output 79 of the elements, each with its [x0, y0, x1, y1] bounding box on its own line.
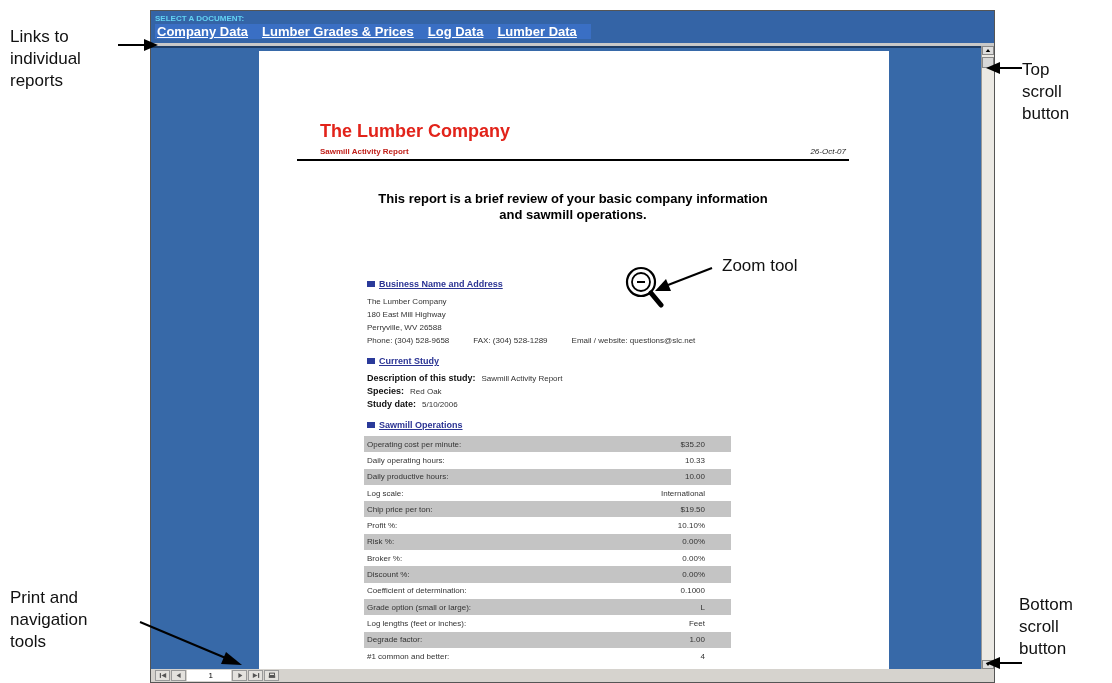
callout-label: Zoom tool [722, 256, 798, 276]
table-cell: L [700, 602, 705, 612]
last-page-button[interactable] [248, 670, 263, 681]
report-subtitle: Sawmill Activity Report [320, 147, 409, 156]
table-cell: Discount %: [367, 570, 410, 579]
contact-info: FAX: (304) 528-1289 [473, 335, 548, 347]
last-page-icon [251, 672, 260, 679]
table-cell: #1 common and better: [367, 651, 450, 661]
callout-arrow [986, 62, 1023, 74]
intro-text: This report is a brief review of your basic company information and sawmill operations. [377, 190, 769, 223]
table-cell: Coefficient of determination: [367, 586, 467, 596]
table-cell: $19.50 [680, 504, 705, 514]
company-title: The Lumber Company [319, 121, 512, 142]
table-cell: 0.00% [682, 537, 705, 547]
table-cell: Degrade factor: [367, 635, 423, 645]
first-page-button[interactable] [155, 670, 170, 681]
table-cell: Log scale: [367, 488, 404, 498]
address-line: 180 East Mill Highway [367, 309, 446, 321]
section-link[interactable]: Business Name and Address [379, 279, 503, 289]
table-cell: Operating cost per minute: [367, 439, 462, 449]
callout-label: Print and navigation tools [10, 587, 89, 653]
page-number-field[interactable]: 1 [187, 670, 231, 681]
callout-label: Bottom scroll button [1019, 594, 1074, 660]
table-cell: Daily productive hours: [367, 472, 449, 482]
down-arrow-icon [985, 662, 991, 667]
field-value: 5/10/2006 [422, 399, 458, 411]
table-cell: $35.20 [680, 439, 705, 449]
table-cell: International [660, 488, 705, 498]
up-arrow-icon [985, 48, 991, 53]
table-cell: Daily operating hours: [367, 455, 445, 465]
table-cell: 0.00% [682, 570, 705, 579]
bullet-icon [367, 422, 375, 428]
table-cell: Broker %: [367, 553, 403, 563]
table-cell: 0.00% [682, 553, 705, 563]
report-link[interactable]: Lumber Grades & Prices [262, 24, 414, 39]
callout-arrow [986, 657, 1023, 669]
field-label: Description of this study: [367, 372, 476, 385]
previous-page-button[interactable] [171, 670, 186, 681]
field-label: Study date: [367, 398, 416, 411]
table-cell: 10.00 [684, 472, 705, 482]
bullet-icon [367, 281, 375, 287]
callout-label: Links to individual reports [10, 26, 82, 92]
previous-icon [174, 672, 183, 679]
section-link[interactable]: Sawmill Operations [379, 420, 463, 430]
scroll-up-button[interactable] [982, 46, 994, 55]
print-button[interactable] [264, 670, 279, 681]
section-link[interactable]: Current Study [379, 356, 439, 366]
contact-info: Phone: (304) 528-9658 [367, 335, 450, 347]
report-link[interactable]: Company Data [157, 24, 249, 39]
first-page-icon [158, 672, 167, 679]
table-cell: 10.33 [684, 455, 705, 465]
table-cell: Log lengths (feet or inches): [367, 618, 467, 628]
field-label: Species: [367, 385, 405, 398]
select-label: SELECT A DOCUMENT: [155, 14, 245, 23]
table-cell: 4 [700, 651, 705, 661]
table-cell: 10.10% [677, 521, 705, 531]
report-link[interactable]: Log Data [427, 24, 484, 39]
table-cell: Grade option (small or large): [367, 602, 472, 612]
zoom-out-icon[interactable] [624, 265, 664, 309]
next-icon [235, 672, 244, 679]
table-cell: Risk %: [367, 537, 395, 547]
print-icon [267, 672, 276, 679]
field-value: Sawmill Activity Report [481, 373, 563, 385]
table-cell: 0.1000 [680, 586, 705, 596]
table-cell: Profit %: [367, 521, 398, 531]
table-cell: Chip price per ton: [367, 504, 433, 514]
bullet-icon [367, 358, 375, 364]
callout-arrow [655, 267, 713, 291]
table-cell: 1.00 [689, 635, 705, 645]
address-line: The Lumber Company [367, 296, 447, 308]
report-date: 26-Oct-07 [810, 147, 846, 156]
contact-info: Email / website: questions@slc.net [571, 335, 696, 347]
next-page-button[interactable] [232, 670, 247, 681]
field-value: Red Oak [410, 386, 442, 398]
callout-arrow [117, 39, 158, 51]
address-line: Perryville, WV 26588 [367, 322, 442, 334]
callout-label: Top scroll button [1022, 59, 1071, 125]
table-cell: Feet [689, 618, 705, 628]
report-link[interactable]: Lumber Data [497, 24, 577, 39]
